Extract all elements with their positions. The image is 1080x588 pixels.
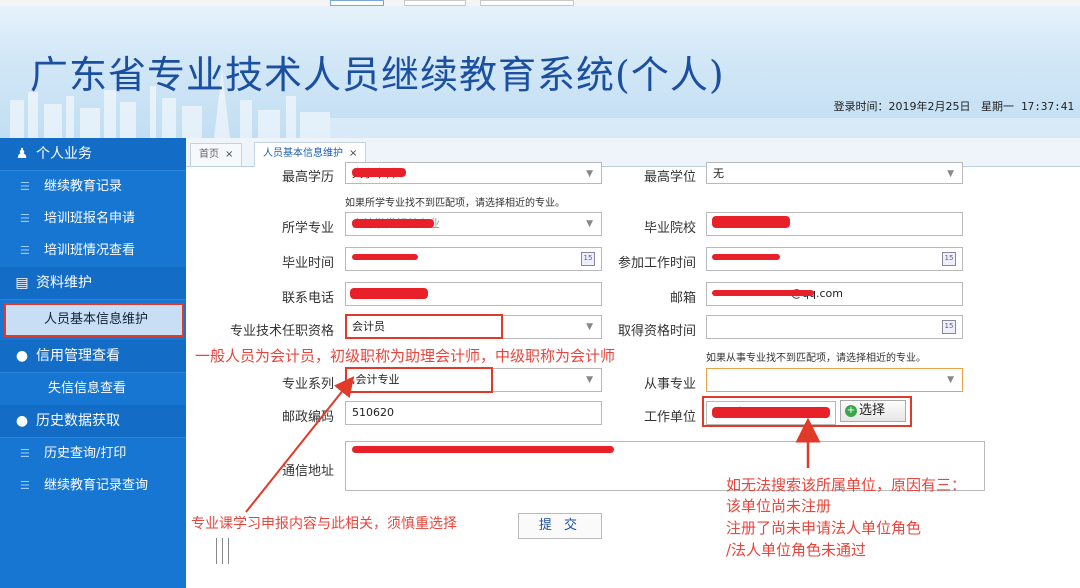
- sidebar-item-records-query[interactable]: ☰ 继续教育记录查询: [0, 470, 186, 502]
- app-title: 广东省专业技术人员继续教育系统(个人): [30, 53, 725, 97]
- qualification-annotation: 一般人员为会计员，初级职称为助理会计师，中级职称为会计师: [195, 347, 616, 365]
- job-major-select[interactable]: ▼: [706, 368, 963, 392]
- list-icon: ☰: [20, 447, 30, 460]
- redaction-mark: [352, 254, 418, 260]
- employer-annotation-1: 如无法搜索该所属单位，原因有三：: [726, 476, 967, 494]
- sidebar-item-label: 培训班情况查看: [44, 243, 136, 258]
- degree-select[interactable]: 无 ▼: [706, 162, 963, 184]
- postcode-input[interactable]: 510620: [345, 401, 602, 425]
- sidebar-group-history[interactable]: ● 历史数据获取: [0, 405, 186, 438]
- phone-label: 联系电话: [281, 291, 334, 306]
- chevron-down-icon: ▼: [586, 375, 593, 385]
- series-label: 专业系列: [281, 377, 334, 392]
- close-icon[interactable]: ×: [225, 149, 233, 160]
- clock-time: 17:37:41: [1021, 100, 1074, 113]
- sidebar-group-label: 资料维护: [36, 275, 92, 291]
- grad-time-label: 毕业时间: [281, 256, 334, 271]
- chevron-down-icon: ▼: [586, 322, 593, 332]
- header-banner: 广东省专业技术人员继续教育系统(个人) 登录时间：2019年2月25日 星期一 …: [0, 0, 1080, 138]
- series-arrow: [245, 376, 355, 513]
- sidebar-item-label: 继续教育记录: [44, 179, 123, 194]
- chevron-down-icon: ▼: [947, 169, 954, 179]
- close-icon[interactable]: ×: [349, 148, 357, 159]
- tab-label: 人员基本信息维护: [263, 148, 343, 159]
- sidebar-item-label: 继续教育记录查询: [44, 478, 149, 493]
- submit-button[interactable]: 提 交: [518, 513, 602, 539]
- major-hint: 如果所学专业找不到匹配项，请选择相近的专业。: [345, 198, 565, 209]
- redaction-mark: [352, 219, 434, 228]
- bulb-icon: ●: [15, 413, 29, 429]
- redaction-mark: [350, 288, 428, 299]
- series-highlight-box: [345, 367, 493, 393]
- sidebar-item-dishonesty[interactable]: 失信信息查看: [0, 373, 186, 405]
- redaction-mark: [352, 446, 614, 453]
- employer-annotation-3: 注册了尚未申请法人单位角色: [726, 519, 922, 537]
- qual-time-input[interactable]: 15: [706, 315, 963, 339]
- qualification-label: 专业技术任职资格: [229, 324, 334, 339]
- sidebar-item-label: 失信信息查看: [48, 381, 127, 396]
- scroll-marks: [216, 538, 236, 564]
- chevron-down-icon: ▼: [947, 375, 954, 385]
- postcode-label: 邮政编码: [281, 410, 334, 425]
- qual-time-label: 取得资格时间: [617, 324, 696, 339]
- list-icon: ☰: [20, 244, 30, 257]
- calendar-icon[interactable]: 15: [942, 320, 956, 334]
- tab-home[interactable]: 首页 ×: [190, 143, 243, 166]
- sidebar-group-label: 个人业务: [36, 146, 92, 162]
- redaction-mark: [712, 216, 790, 228]
- degree-label: 最高学位: [643, 170, 696, 185]
- sidebar-group-credit[interactable]: ● 信用管理查看: [0, 340, 186, 373]
- redaction-mark: [712, 290, 814, 296]
- employer-annotation-2: 该单位尚未注册: [726, 497, 832, 515]
- sidebar: ♟ 个人业务 ☰ 继续教育记录 ☰ 培训班报名申请 ☰ 培训班情况查看 ▤ 资料维护 人员…: [0, 138, 186, 588]
- login-label: 登录时间：: [833, 100, 889, 113]
- address-label: 通信地址: [281, 464, 334, 479]
- job-major-hint: 如果从事专业找不到匹配项，请选择相近的专业。: [706, 353, 926, 364]
- redaction-mark: [352, 168, 406, 177]
- qualification-highlight-box: [345, 314, 503, 339]
- sidebar-item-label: 历史查询/打印: [44, 446, 127, 461]
- sidebar-item-history-print[interactable]: ☰ 历史查询/打印: [0, 438, 186, 470]
- sidebar-group-label: 历史数据获取: [36, 413, 120, 429]
- sidebar-item-training-status[interactable]: ☰ 培训班情况查看: [0, 235, 186, 267]
- calendar-icon[interactable]: 15: [942, 252, 956, 266]
- sidebar-item-personal-info[interactable]: 人员基本信息维护: [4, 303, 184, 337]
- sidebar-group-data-maintenance[interactable]: ▤ 资料维护: [0, 267, 186, 300]
- weekday: 星期一: [981, 100, 1015, 113]
- calendar-icon[interactable]: 15: [581, 252, 595, 266]
- sidebar-item-label: 人员基本信息维护: [44, 312, 149, 327]
- chevron-down-icon: ▼: [586, 169, 593, 179]
- sidebar-group-label: 信用管理查看: [36, 348, 120, 364]
- list-icon: ☰: [20, 479, 30, 492]
- list-icon: ☰: [20, 180, 30, 193]
- degree-value: 无: [713, 167, 724, 180]
- sidebar-item-education-records[interactable]: ☰ 继续教育记录: [0, 171, 186, 203]
- user-icon: ♟: [15, 146, 29, 162]
- employer-highlight-box: [702, 396, 912, 427]
- sidebar-item-label: 培训班报名申请: [44, 211, 136, 226]
- book-icon: ▤: [15, 275, 29, 291]
- employer-annotation-4: /法人单位角色未通过: [726, 541, 867, 559]
- series-annotation: 专业课学习申报内容与此相关，须慎重选择: [191, 516, 457, 532]
- chevron-down-icon: ▼: [586, 219, 593, 229]
- bulb-icon: ●: [15, 348, 29, 364]
- education-label: 最高学历: [281, 170, 334, 185]
- job-major-label: 从事专业: [643, 377, 696, 392]
- sidebar-item-training-signup[interactable]: ☰ 培训班报名申请: [0, 203, 186, 235]
- list-icon: ☰: [20, 212, 30, 225]
- school-label: 毕业院校: [643, 221, 696, 236]
- redaction-mark: [712, 254, 780, 260]
- login-time-info: 登录时间：2019年2月25日 星期一 17:37:41: [834, 98, 1074, 114]
- sidebar-group-personal[interactable]: ♟ 个人业务: [0, 138, 186, 171]
- email-label: 邮箱: [669, 291, 696, 306]
- tab-label: 首页: [199, 149, 219, 160]
- employer-label: 工作单位: [643, 410, 696, 425]
- work-start-label: 参加工作时间: [617, 256, 696, 271]
- login-date: 2019年2月25日: [888, 100, 971, 113]
- major-label: 所学专业: [281, 221, 334, 236]
